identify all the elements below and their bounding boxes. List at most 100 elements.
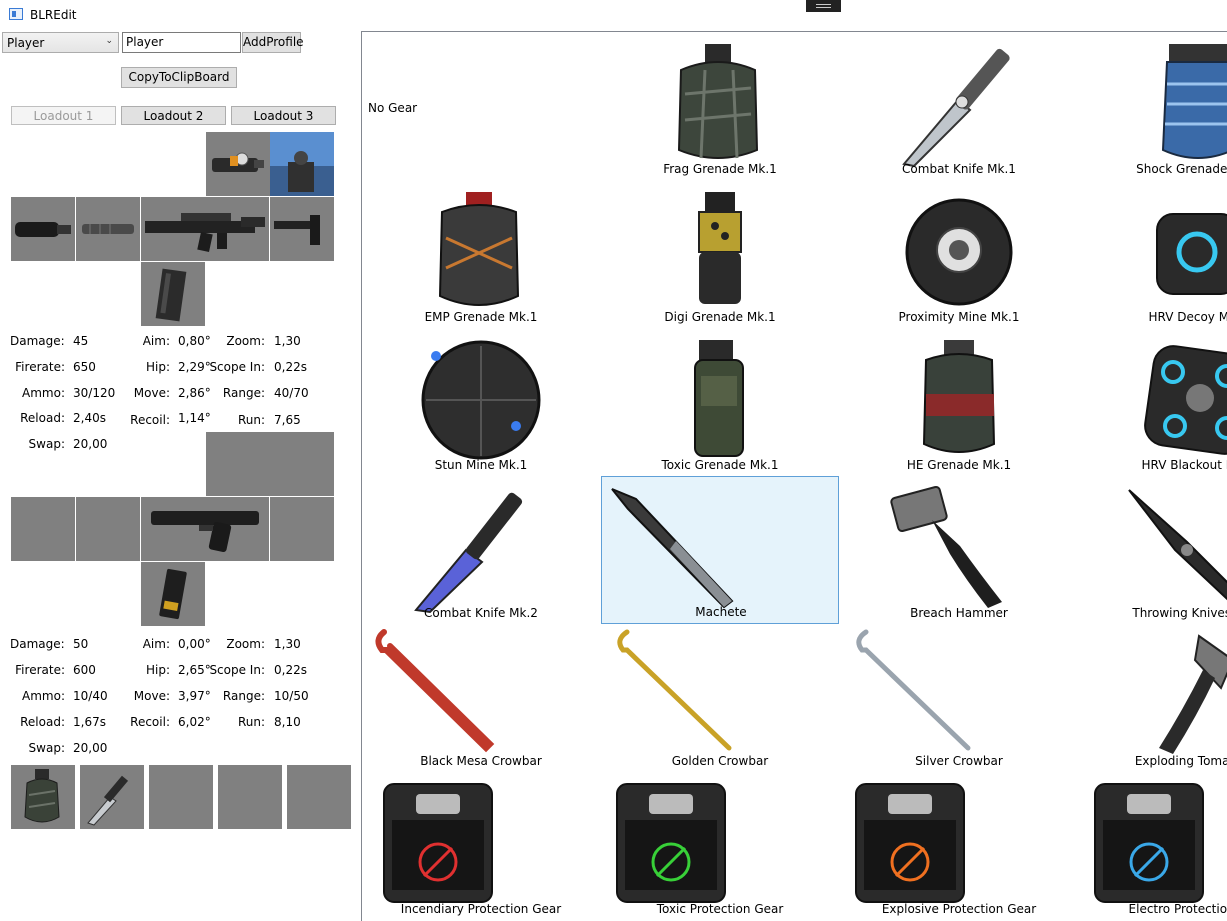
profile-dropdown[interactable]: Player ⌄ (2, 32, 119, 53)
gear-item-exploding-tomahawk[interactable]: Exploding Tomahawk (1079, 624, 1227, 772)
knife-icon (87, 775, 129, 826)
gear-item-no-gear[interactable]: No Gear (362, 32, 600, 180)
window-title: BLREdit (30, 8, 77, 22)
gear-item-label: EMP Grenade Mk.1 (424, 310, 538, 324)
gear-item-hrv-blackout[interactable]: HRV Blackout Mk.1 (1079, 328, 1227, 476)
primary-stock-slot[interactable] (270, 197, 334, 261)
loadout-1-tab[interactable]: Loadout 1 (11, 106, 116, 125)
gear-item-explosive-protection[interactable]: Explosive Protection Gear (840, 772, 1078, 920)
barrel-icon (82, 224, 134, 234)
stun-mine-icon (421, 340, 541, 460)
gear-item-label: Incendiary Protection Gear (400, 902, 562, 916)
gear-item-frag-grenade[interactable]: Frag Grenade Mk.1 (601, 32, 839, 180)
gear-item-label: Toxic Protection Gear (656, 902, 784, 916)
armor-icon (383, 783, 493, 903)
primary-muzzle-slot[interactable] (11, 197, 75, 261)
copy-to-clipboard-button[interactable]: CopyToClipBoard (121, 67, 237, 88)
gear-item-digi-grenade[interactable]: Digi Grenade Mk.1 (601, 180, 839, 328)
secondary-zoom-value: 1,30 (274, 637, 301, 651)
stat-label: Move: (133, 689, 170, 703)
primary-barrel-slot[interactable] (76, 197, 140, 261)
primary-scope-slot[interactable] (206, 132, 270, 196)
shock-grenade-icon (1161, 44, 1227, 159)
gear-item-throwing-knives[interactable]: Throwing Knives Mk.1 (1079, 476, 1227, 624)
gear-slot-3[interactable] (149, 765, 213, 829)
gear-item-proximity-mine[interactable]: Proximity Mine Mk.1 (840, 180, 1078, 328)
primary-scopein-value: 0,22s (274, 360, 307, 374)
gear-item-black-mesa-crowbar[interactable]: Black Mesa Crowbar (362, 624, 600, 772)
gear-item-emp-grenade[interactable]: EMP Grenade Mk.1 (362, 180, 600, 328)
drag-handle-icon[interactable] (806, 0, 841, 12)
primary-ammo-value: 30/120 (73, 386, 116, 400)
gear-item-hrv-decoy[interactable]: HRV Decoy Mk.1 (1079, 180, 1227, 328)
throwing-knife-icon (1128, 489, 1227, 601)
gear-item-machete[interactable]: Machete (601, 476, 839, 624)
secondary-ammo-value: 10/40 (73, 689, 108, 703)
gear-item-golden-crowbar[interactable]: Golden Crowbar (601, 624, 839, 772)
stat-label: Range: (222, 689, 265, 703)
loadout-2-tab[interactable]: Loadout 2 (121, 106, 226, 125)
gear-item-label: Combat Knife Mk.2 (424, 606, 538, 620)
emp-grenade-icon (438, 192, 520, 306)
secondary-swap-value: 20,00 (73, 741, 108, 755)
primary-run-value: 7,65 (274, 413, 301, 427)
he-grenade-icon (922, 340, 996, 453)
gear-item-combat-knife-2[interactable]: Combat Knife Mk.2 (362, 476, 600, 624)
gear-item-label: Explosive Protection Gear (881, 902, 1037, 916)
crowbar-icon (856, 629, 971, 751)
gear-item-toxic-grenade[interactable]: Toxic Grenade Mk.1 (601, 328, 839, 476)
armor-icon (1094, 783, 1204, 903)
crowbar-icon (375, 629, 495, 753)
armor-icon (616, 783, 726, 903)
gear-slot-4[interactable] (218, 765, 282, 829)
primary-receiver-slot[interactable] (141, 197, 269, 261)
gear-item-label: Frag Grenade Mk.1 (663, 162, 777, 176)
gear-item-label: Combat Knife Mk.1 (902, 162, 1016, 176)
gear-item-silver-crowbar[interactable]: Silver Crowbar (840, 624, 1078, 772)
knife-icon (414, 492, 523, 614)
scope-icon (212, 152, 264, 172)
knife-icon (902, 48, 1010, 168)
pistol-magazine-icon (159, 568, 187, 620)
title-bar: BLREdit (0, 0, 1227, 30)
secondary-magazine-slot[interactable] (141, 562, 205, 626)
stat-label: Firerate: (15, 663, 65, 677)
secondary-damage-value: 50 (73, 637, 89, 651)
profile-dropdown-value: Player (7, 36, 45, 50)
stat-label: Scope In: (209, 663, 265, 677)
secondary-scope-slot[interactable] (206, 432, 270, 496)
gear-item-label: Shock Grenade Mk.1 (1136, 162, 1227, 176)
armor-icon (855, 783, 965, 903)
gear-slot-5[interactable] (287, 765, 351, 829)
stat-label: Scope In: (209, 360, 265, 374)
gear-item-he-grenade[interactable]: HE Grenade Mk.1 (840, 328, 1078, 476)
gear-slot-1[interactable] (11, 765, 75, 829)
secondary-camo-slot[interactable] (270, 432, 334, 496)
gear-item-stun-mine[interactable]: Stun Mine Mk.1 (362, 328, 600, 476)
secondary-barrel-slot[interactable] (76, 497, 140, 561)
gear-item-incendiary-protection[interactable]: Incendiary Protection Gear (362, 772, 600, 920)
gear-item-shock-grenade[interactable]: Shock Grenade Mk.1 (1079, 32, 1227, 180)
secondary-range-value: 10/50 (274, 689, 309, 703)
gear-item-breach-hammer[interactable]: Breach Hammer (840, 476, 1078, 624)
primary-magazine-slot[interactable] (141, 262, 205, 326)
loadout-3-tab[interactable]: Loadout 3 (231, 106, 336, 125)
gear-item-label: HRV Decoy Mk.1 (1148, 310, 1227, 324)
gear-item-combat-knife-1[interactable]: Combat Knife Mk.1 (840, 32, 1078, 180)
secondary-firerate-value: 600 (73, 663, 96, 677)
pistol-icon (151, 511, 259, 553)
add-profile-button[interactable]: AddProfile (242, 32, 304, 53)
secondary-receiver-slot[interactable] (141, 497, 269, 561)
gear-slot-2[interactable] (80, 765, 144, 829)
gear-list[interactable]: No Gear Frag Grenade Mk.1 Combat Knife M… (361, 31, 1227, 921)
gear-item-toxic-protection[interactable]: Toxic Protection Gear (601, 772, 839, 920)
magazine-icon (155, 268, 187, 322)
secondary-muzzle-slot[interactable] (11, 497, 75, 561)
gear-item-label: No Gear (368, 101, 418, 115)
stat-label: Swap: (28, 437, 65, 451)
primary-camo-slot[interactable] (270, 132, 334, 196)
gear-item-electro-protection[interactable]: Electro Protection Gear (1079, 772, 1227, 920)
stat-label: Swap: (28, 741, 65, 755)
profile-name-input[interactable]: Player (122, 32, 241, 53)
secondary-stock-slot[interactable] (270, 497, 334, 561)
